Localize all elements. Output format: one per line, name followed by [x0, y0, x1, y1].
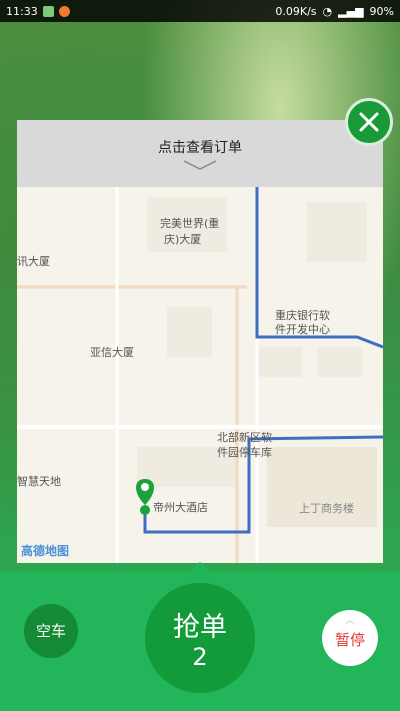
- map-label-beibu-2: 件园停车库: [217, 446, 272, 459]
- map-label-dizhou-hotel: 帝州大酒店: [153, 501, 208, 514]
- close-icon: [359, 112, 379, 132]
- wifi-icon: ◔: [322, 4, 333, 18]
- map-label-beibu-1: 北部新区软: [217, 431, 272, 444]
- pause-button[interactable]: ︿ 暂停: [322, 610, 378, 666]
- map-label-xun: 讯大厦: [17, 255, 50, 268]
- signal-icon: ▂▄▆: [338, 4, 364, 18]
- empty-car-button[interactable]: 空车: [24, 604, 78, 658]
- map-label-perfect-world: 完美世界(重: [160, 217, 220, 230]
- battery-level: 90%: [369, 4, 394, 18]
- app-notification-icon: [58, 5, 70, 17]
- notification-icon: [42, 5, 54, 17]
- network-speed: 0.09K/s: [275, 4, 317, 18]
- map-view[interactable]: 完美世界(重 庆)大厦 讯大厦 重庆银行软 件开发中心 亚信大厦 北部新区软 件…: [17, 187, 383, 563]
- grab-order-label: 抢单: [173, 612, 227, 643]
- order-card[interactable]: 点击查看订单 完美世界(重 庆)大厦 讯大厦 重庆银行软 件开发中心 亚信大厦 …: [17, 120, 383, 563]
- status-bar: 11:33 0.09K/s ◔ ▂▄▆ 90%: [0, 0, 400, 22]
- map-label-cq-bank-2: 件开发中心: [275, 323, 330, 336]
- chevron-down-icon: [183, 160, 217, 170]
- map-label-shangding: 上丁商务楼: [299, 502, 354, 515]
- order-card-header[interactable]: 点击查看订单: [17, 120, 383, 187]
- view-order-title[interactable]: 点击查看订单: [17, 137, 383, 157]
- map-label-zhihui: 智慧天地: [17, 475, 61, 488]
- pause-label: 暂停: [334, 631, 365, 649]
- grab-order-button[interactable]: 抢单 2: [145, 583, 255, 693]
- map-label-perfect-world-2: 庆)大厦: [164, 233, 202, 246]
- map-label-yaxin: 亚信大厦: [90, 346, 134, 359]
- driver-location-pin[interactable]: [136, 479, 154, 515]
- status-time: 11:33: [6, 4, 38, 18]
- map-provider-logo: 高德地图: [21, 544, 70, 558]
- grab-order-count: 2: [192, 643, 208, 671]
- chevron-up-icon: ︿: [345, 616, 355, 626]
- close-button[interactable]: [345, 98, 393, 146]
